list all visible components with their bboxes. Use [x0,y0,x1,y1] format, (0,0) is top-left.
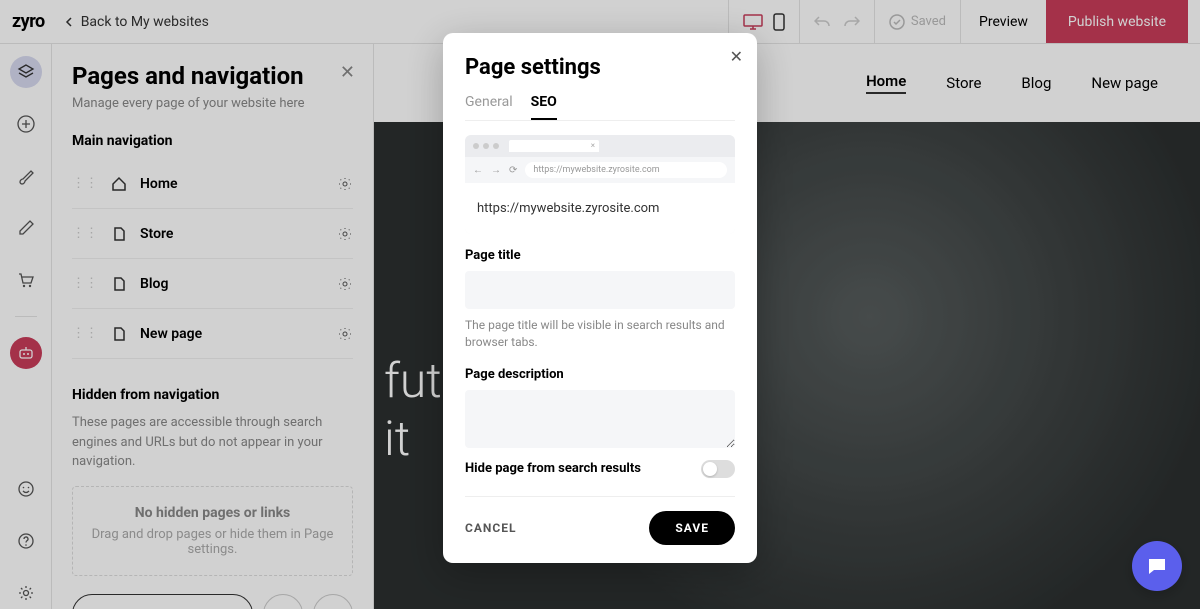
save-button[interactable]: SAVE [649,511,735,545]
hide-from-search-toggle[interactable] [701,460,735,478]
modal-close-button[interactable]: ✕ [730,47,743,66]
tab-general[interactable]: General [465,94,513,120]
hide-from-search-label: Hide page from search results [465,461,641,476]
reload-icon: ⟳ [509,165,517,176]
nav-forward-icon: → [491,165,501,176]
window-dot-icon [483,143,489,149]
page-title-input[interactable] [465,271,735,309]
url-bar: https://mywebsite.zyrosite.com [525,162,727,178]
browser-preview: × ← → ⟳ https://mywebsite.zyrosite.com h… [465,135,735,234]
preview-body-url: https://mywebsite.zyrosite.com [465,183,735,234]
page-title-label: Page title [465,248,735,263]
tab-seo[interactable]: SEO [531,94,557,120]
page-settings-modal: ✕ Page settings General SEO × ← → ⟳ http… [443,33,757,563]
page-description-input[interactable] [465,390,735,448]
window-dot-icon [473,143,479,149]
chat-bubble-button[interactable] [1132,541,1182,591]
modal-tabs: General SEO [465,94,735,121]
modal-title: Page settings [465,55,735,80]
page-title-hint: The page title will be visible in search… [465,317,735,351]
browser-tab: × [509,140,599,152]
chat-icon [1145,554,1169,578]
window-dot-icon [493,143,499,149]
page-description-label: Page description [465,367,735,382]
cancel-button[interactable]: CANCEL [465,521,516,535]
nav-back-icon: ← [473,165,483,176]
close-icon: × [591,141,595,150]
